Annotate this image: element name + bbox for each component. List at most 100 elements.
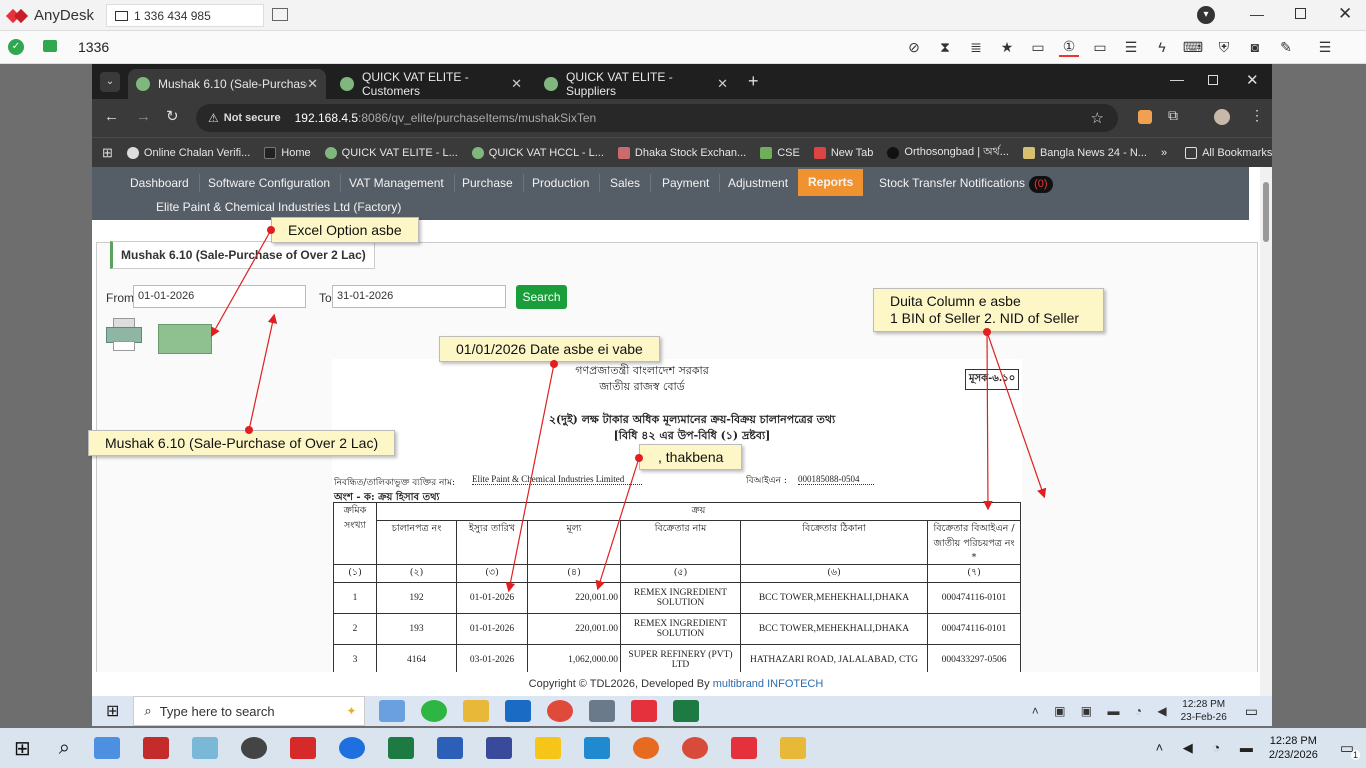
bookmark-item[interactable]: Online Chalan Verifi...: [126, 146, 250, 159]
star-icon[interactable]: ★: [997, 37, 1017, 57]
nav-purchase[interactable]: Purchase: [452, 174, 524, 192]
windows-start-icon[interactable]: ⊞: [14, 736, 31, 761]
page-scrollbar[interactable]: [1260, 167, 1272, 696]
nav-reports[interactable]: Reports: [798, 169, 864, 196]
whatsapp-icon[interactable]: [421, 700, 448, 722]
search-button[interactable]: Search: [516, 285, 567, 309]
notes-icon[interactable]: [191, 737, 218, 759]
extension-icon[interactable]: [1138, 110, 1152, 124]
remote-desktop-icon[interactable]: [589, 700, 616, 722]
chrome-icon[interactable]: [681, 737, 708, 759]
bookmark-item[interactable]: Orthosongbad | অর্থ...: [887, 143, 1009, 162]
file-explorer-icon[interactable]: [463, 700, 490, 722]
copilot-icon[interactable]: [93, 737, 120, 759]
printer-icon[interactable]: [104, 318, 144, 354]
close-tab-icon[interactable]: ✕: [307, 76, 318, 92]
taskbar-search-box[interactable]: ⌕ Type here to search ✦: [133, 696, 366, 726]
shield-icon[interactable]: ⛨: [1214, 37, 1234, 57]
file-explorer-icon[interactable]: [779, 737, 806, 759]
zoom-icon[interactable]: [338, 737, 365, 759]
database-icon[interactable]: ≣: [966, 37, 986, 57]
windows-start-icon[interactable]: ⊞: [106, 701, 119, 721]
apps-grid-icon[interactable]: ⊞: [102, 145, 113, 161]
new-tab-icon[interactable]: +: [748, 71, 759, 92]
file-icon[interactable]: ▭: [1028, 37, 1048, 57]
local-clock[interactable]: 12:28 PM 2/23/2026: [1269, 734, 1318, 762]
tray-icons[interactable]: ˄ ◀ ◔ ▬: [1156, 740, 1261, 756]
minimize-icon[interactable]: —: [1250, 6, 1264, 22]
nav-vat-management[interactable]: VAT Management: [339, 174, 455, 192]
close-icon[interactable]: ✕: [1338, 4, 1352, 24]
bookmark-item[interactable]: Home: [264, 146, 311, 159]
tab-suppliers[interactable]: QUICK VAT ELITE - Suppliers ✕: [536, 69, 736, 99]
session-tab-label[interactable]: 1336: [78, 39, 109, 55]
anydesk-icon[interactable]: [631, 700, 658, 722]
lightning-icon[interactable]: ϟ: [1152, 37, 1172, 57]
tab-customers[interactable]: QUICK VAT ELITE - Customers ✕: [332, 69, 530, 99]
outlook-icon[interactable]: [505, 700, 532, 722]
restore-icon[interactable]: [1208, 75, 1218, 85]
nav-stock-transfer-notifications[interactable]: Stock Transfer Notifications (0): [869, 174, 1063, 193]
nav-dashboard[interactable]: Dashboard: [120, 174, 200, 192]
menu-icon[interactable]: ☰: [1315, 37, 1335, 57]
nav-software-configuration[interactable]: Software Configuration: [198, 174, 342, 192]
sticky-notes-icon[interactable]: [534, 737, 561, 759]
hourglass-icon[interactable]: ⧗: [935, 37, 955, 57]
to-date-input[interactable]: 31-01-2026: [332, 285, 506, 308]
restore-icon[interactable]: [1295, 8, 1306, 19]
tray-icons[interactable]: ˄ ▣ ▣ ▬ ◔ ◀: [1032, 704, 1173, 718]
developer-link[interactable]: multibrand INFOTECH: [713, 678, 824, 690]
search-icon[interactable]: ⌕: [59, 737, 70, 760]
skype-icon[interactable]: [583, 737, 610, 759]
tab-mushak[interactable]: Mushak 6.10 (Sale-Purchase of✕: [128, 69, 326, 99]
bookmark-star-icon[interactable]: ☆: [1091, 109, 1104, 127]
profile-avatar[interactable]: [1214, 109, 1230, 125]
notification-icon[interactable]: ▭: [1245, 703, 1258, 720]
bookmark-item[interactable]: QUICK VAT HCCL - L...: [471, 146, 604, 159]
bookmark-item[interactable]: New Tab: [813, 146, 873, 159]
menu-chevron-icon[interactable]: ▾: [1197, 6, 1215, 24]
close-tab-icon[interactable]: ✕: [717, 76, 728, 92]
more-bookmarks-icon[interactable]: »: [1161, 147, 1167, 159]
whatsapp-icon[interactable]: [240, 737, 267, 759]
nav-payment[interactable]: Payment: [652, 174, 721, 192]
nav-production[interactable]: Production: [522, 174, 601, 192]
excel-icon[interactable]: [387, 737, 414, 759]
camera-icon[interactable]: ◙: [1245, 37, 1265, 57]
bookmark-item[interactable]: QUICK VAT ELITE - L...: [324, 146, 458, 159]
reload-icon[interactable]: ↻: [166, 107, 179, 125]
remote-clock[interactable]: 12:28 PM 23-Feb-26: [1181, 698, 1227, 724]
excel-icon[interactable]: [673, 700, 700, 722]
minimize-icon[interactable]: —: [1170, 71, 1184, 87]
nav-adjustment[interactable]: Adjustment: [718, 174, 800, 192]
new-session-icon[interactable]: [272, 8, 288, 21]
firefox-icon[interactable]: [632, 737, 659, 759]
pen-icon[interactable]: ✎: [1276, 37, 1296, 57]
visio-icon[interactable]: [485, 737, 512, 759]
notification-icon[interactable]: ▭ 1: [1340, 739, 1360, 760]
keyboard-icon[interactable]: ⌨: [1183, 37, 1203, 57]
tab-search-icon[interactable]: ⌄: [100, 72, 120, 92]
chat-icon[interactable]: ☰: [1121, 37, 1141, 57]
word-icon[interactable]: [436, 737, 463, 759]
extensions-puzzle-icon[interactable]: ⧉: [1168, 107, 1178, 124]
back-icon[interactable]: ←: [104, 108, 119, 125]
all-bookmarks[interactable]: All Bookmarks: [1185, 146, 1272, 159]
close-window-icon[interactable]: ✕: [1246, 71, 1259, 89]
bookmark-item[interactable]: Bangla News 24 - N...: [1022, 146, 1147, 159]
from-date-input[interactable]: 01-01-2026: [133, 285, 306, 308]
bookmark-item[interactable]: Dhaka Stock Exchan...: [617, 146, 746, 159]
hide-screen-icon[interactable]: ⊘: [904, 37, 924, 57]
close-tab-icon[interactable]: ✕: [511, 76, 522, 92]
nav-sales[interactable]: Sales: [600, 174, 652, 192]
address-bar[interactable]: ⚠ Not secure 192.168.4.5:8086/qv_elite/p…: [196, 104, 1118, 132]
bangla-app-icon[interactable]: [142, 737, 169, 759]
copilot-icon[interactable]: [379, 700, 406, 722]
kebab-menu-icon[interactable]: ⋮: [1250, 107, 1264, 124]
monitor-icon[interactable]: ▭: [1090, 37, 1110, 57]
anydesk-icon[interactable]: [730, 737, 757, 759]
excel-export-button[interactable]: [158, 324, 212, 354]
forward-icon[interactable]: →: [136, 108, 151, 125]
bookmark-item[interactable]: CSE: [760, 146, 800, 159]
anydesk-address-tab[interactable]: 1 336 434 985: [106, 4, 264, 27]
